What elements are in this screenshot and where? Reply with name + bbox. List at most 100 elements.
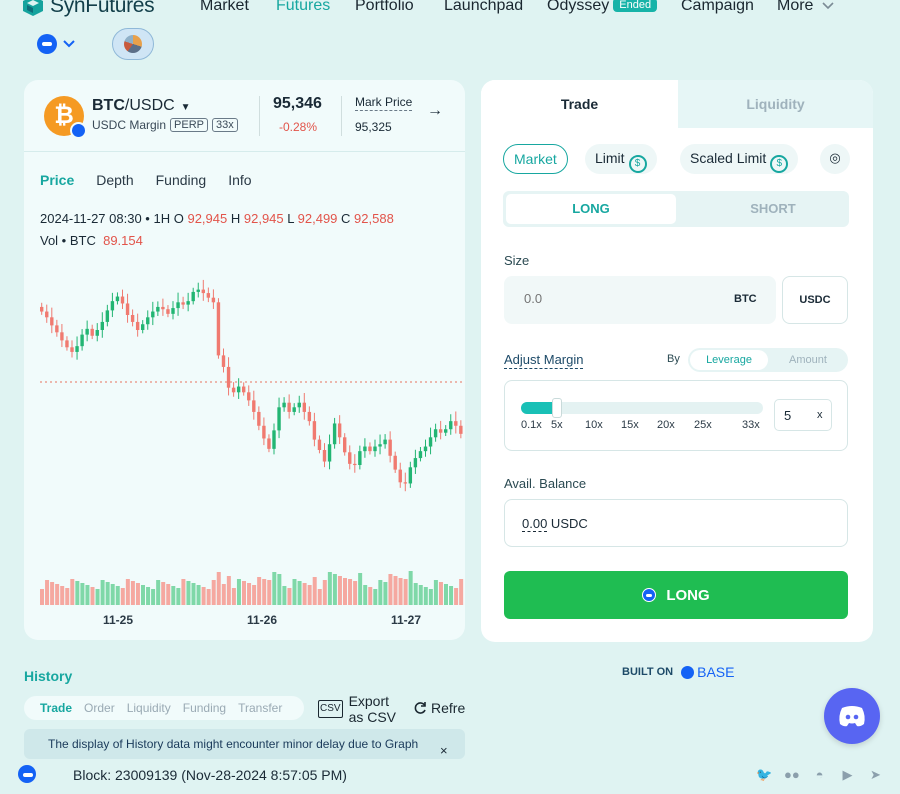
history-tab-liquidity[interactable]: Liquidity: [127, 701, 171, 715]
synfutures-logo[interactable]: SynFutures: [22, 0, 155, 18]
volume-bar: [292, 579, 297, 605]
tab-depth[interactable]: Depth: [96, 172, 133, 188]
candle-body: [191, 291, 195, 302]
mode-amount-button[interactable]: Amount: [770, 350, 846, 370]
mode-leverage-button[interactable]: Leverage: [690, 350, 768, 370]
history-tab-order[interactable]: Order: [84, 701, 115, 715]
nav-odyssey[interactable]: Odyssey Ended: [547, 0, 658, 15]
volume-bar: [161, 582, 166, 605]
discord-icon[interactable]: ◓: [812, 767, 827, 783]
order-type-scaled-limit[interactable]: Scaled Limit $: [680, 144, 799, 174]
candle-body: [297, 402, 301, 408]
candle-body: [242, 386, 246, 393]
nav-more[interactable]: More: [777, 0, 834, 15]
order-type-market[interactable]: Market: [503, 144, 568, 174]
refresh-button[interactable]: Refre: [413, 700, 465, 716]
refresh-label: Refre: [431, 700, 466, 716]
tab-funding[interactable]: Funding: [156, 172, 207, 188]
built-on-chain: BASE: [697, 664, 735, 680]
candle-body: [60, 332, 64, 341]
volume-bar: [105, 582, 110, 605]
youtube-icon[interactable]: ▶: [840, 767, 855, 783]
built-on-label: BUILT ON: [622, 666, 674, 678]
avail-currency: USDC: [547, 516, 588, 531]
candle-body: [125, 303, 130, 315]
settings-icon[interactable]: ◎: [820, 144, 850, 174]
high-value: 92,945: [243, 211, 284, 226]
candle-body: [100, 321, 104, 330]
medium-icon[interactable]: ●●: [784, 767, 800, 783]
nav-campaign[interactable]: Campaign: [681, 0, 754, 15]
size-input[interactable]: [524, 291, 694, 306]
tab-liquidity[interactable]: Liquidity: [678, 80, 873, 128]
size-currency-toggle[interactable]: USDC: [782, 276, 848, 324]
candle-body: [206, 293, 211, 298]
pair-selector[interactable]: BTC/USDC ▼: [92, 97, 191, 115]
slider-handle[interactable]: [551, 398, 562, 418]
history-tab-trade[interactable]: Trade: [40, 701, 72, 715]
margin-label: USDC Margin: [92, 118, 167, 132]
leverage-slider[interactable]: [521, 398, 763, 418]
volume-bar: [115, 586, 120, 605]
csv-file-icon: CSV: [318, 700, 343, 718]
leverage-slider-box: 0.1x 5x 10x 15x 20x 25x 33x 5 x: [504, 380, 848, 451]
candle-body: [403, 482, 407, 484]
volume-bar: [337, 576, 342, 605]
candle-body: [292, 407, 296, 412]
side-short-button[interactable]: SHORT: [698, 194, 848, 224]
candle-body: [312, 421, 317, 440]
chart-tabs: Price Depth Funding Info: [40, 172, 252, 188]
candle-body: [146, 317, 150, 325]
volume-bar: [247, 583, 252, 605]
volume-bar: [40, 589, 44, 605]
candle-body: [277, 407, 281, 431]
x-tick: 11-27: [391, 613, 422, 627]
avail-balance-box: 0.00 USDC: [504, 499, 848, 547]
volume-bar: [186, 581, 191, 605]
candlestick-chart[interactable]: [24, 260, 465, 610]
candle-body: [337, 423, 342, 438]
leverage-value: 5: [784, 408, 792, 423]
volume-bar: [282, 586, 287, 605]
volume-bar: [312, 577, 317, 605]
social-links: 🐦 ●● ◓ ▶ ➤: [756, 767, 883, 783]
history-tab-funding[interactable]: Funding: [183, 701, 226, 715]
twitter-icon[interactable]: 🐦: [756, 767, 772, 783]
history-tab-transfer[interactable]: Transfer: [238, 701, 282, 715]
tab-trade[interactable]: Trade: [481, 80, 678, 128]
size-label: Size: [504, 253, 530, 268]
nav-portfolio[interactable]: Portfolio: [355, 0, 414, 15]
long-submit-button[interactable]: LONG: [504, 571, 848, 619]
side-long-button[interactable]: LONG: [506, 194, 676, 224]
telegram-icon[interactable]: ➤: [868, 767, 883, 783]
leverage-input[interactable]: 5 x: [774, 399, 832, 431]
candle-body: [433, 429, 438, 438]
volume-bar: [146, 587, 151, 605]
candle-body: [418, 451, 423, 459]
tab-price[interactable]: Price: [40, 172, 74, 188]
pair-base: BTC: [92, 97, 125, 114]
order-type-limit[interactable]: Limit $: [585, 144, 657, 174]
low-label: L: [287, 211, 295, 226]
export-csv-button[interactable]: CSV Export as CSV: [318, 693, 396, 725]
volume-bar: [373, 589, 378, 605]
volume-bar: [60, 586, 65, 605]
volume-bar: [151, 589, 156, 605]
volume-bar: [363, 585, 368, 605]
built-on-base[interactable]: BUILT ON BASE: [622, 664, 734, 680]
close-icon[interactable]: ×: [440, 743, 448, 758]
tab-info[interactable]: Info: [228, 172, 251, 188]
user-avatar[interactable]: [112, 28, 154, 60]
nav-market[interactable]: Market: [200, 0, 249, 15]
volume-bar: [302, 583, 307, 605]
nav-launchpad[interactable]: Launchpad: [444, 0, 523, 15]
candle-body: [322, 450, 327, 462]
volume-bar: [171, 586, 176, 605]
arrow-right-icon[interactable]: →: [427, 102, 443, 120]
synfutures-logo-icon: [23, 0, 43, 16]
discord-button[interactable]: [824, 688, 880, 744]
volume-bar: [438, 582, 443, 605]
base-chain-icon: [37, 34, 57, 54]
nav-futures[interactable]: Futures: [276, 0, 330, 15]
chain-selector[interactable]: [37, 34, 75, 54]
